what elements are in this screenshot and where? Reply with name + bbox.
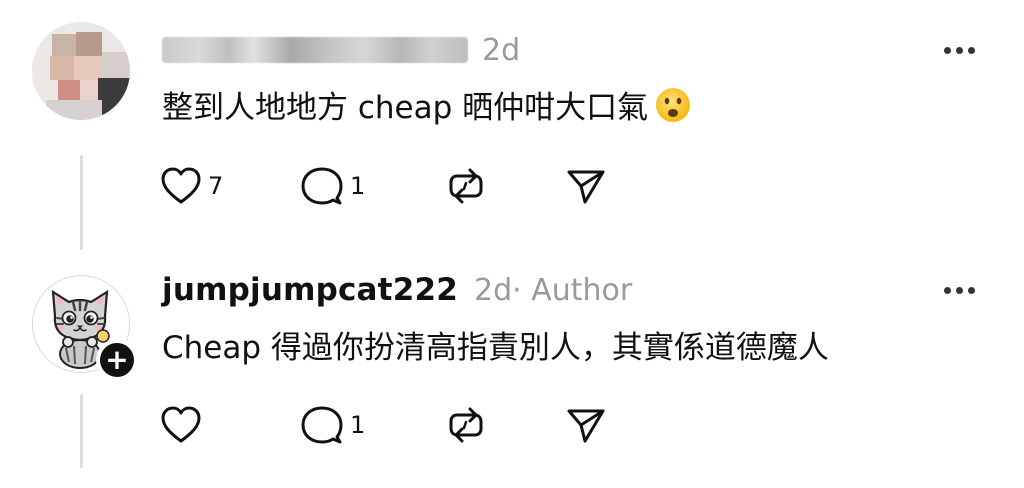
like-button[interactable]: 7 <box>160 161 300 211</box>
reply-count: 1 <box>350 411 366 439</box>
more-dot <box>955 46 963 54</box>
username[interactable]: jumpjumpcat222 <box>162 272 458 308</box>
repost-icon <box>449 407 483 443</box>
more-options-button[interactable] <box>934 270 984 310</box>
thread-line <box>80 394 83 468</box>
send-icon <box>567 409 605 443</box>
thread-line <box>80 155 83 250</box>
avatar-container[interactable]: + <box>32 275 138 381</box>
comment-1: 2d 整到人地地方 cheap 晒仲咁大口氣 7 1 <box>0 0 1024 262</box>
heart-icon <box>161 167 201 204</box>
action-bar: 1 <box>160 400 625 450</box>
comment-bubble-icon <box>301 167 343 205</box>
comment-2: + jumpjumpcat222 2d · Author Cheap 得過你扮清… <box>0 262 1024 488</box>
repost-button[interactable] <box>445 161 565 211</box>
follow-button[interactable]: + <box>96 339 138 381</box>
comment-text-content: 整到人地地方 cheap 晒仲咁大口氣 <box>162 90 649 126</box>
more-dot <box>967 46 975 54</box>
timestamp: 2d <box>474 272 513 308</box>
like-button[interactable] <box>160 400 300 450</box>
plus-icon: + <box>105 343 129 376</box>
like-count: 7 <box>208 172 224 200</box>
timestamp: 2d <box>482 32 521 68</box>
comment-header: 2d <box>162 30 984 70</box>
comment-bubble-icon <box>301 406 343 444</box>
send-icon <box>567 170 605 204</box>
more-dot <box>967 286 975 294</box>
avatar-container[interactable] <box>32 22 130 120</box>
comment-text-content: Cheap 得過你扮清高指責別人，其實係道德魔人 <box>162 330 829 366</box>
reply-button[interactable]: 1 <box>300 400 445 450</box>
more-horizontal-icon <box>943 46 951 54</box>
share-button[interactable] <box>565 161 625 211</box>
username-redacted[interactable] <box>162 37 468 63</box>
repost-icon <box>449 168 483 204</box>
reply-count: 1 <box>350 172 366 200</box>
avatar-blurred[interactable] <box>32 22 130 120</box>
share-button[interactable] <box>565 400 625 450</box>
repost-button[interactable] <box>445 400 565 450</box>
frowning-face-emoji <box>654 86 692 136</box>
author-tag: · Author <box>512 272 633 308</box>
more-options-button[interactable] <box>934 30 984 70</box>
heart-icon <box>161 406 201 443</box>
action-bar: 7 1 <box>160 161 625 211</box>
comment-header: jumpjumpcat222 2d · Author <box>162 270 984 310</box>
more-horizontal-icon <box>943 286 951 294</box>
reply-button[interactable]: 1 <box>300 161 445 211</box>
more-dot <box>955 286 963 294</box>
comment-text: 整到人地地方 cheap 晒仲咁大口氣 <box>162 86 984 136</box>
comment-text: Cheap 得過你扮清高指責別人，其實係道德魔人 <box>162 326 984 370</box>
